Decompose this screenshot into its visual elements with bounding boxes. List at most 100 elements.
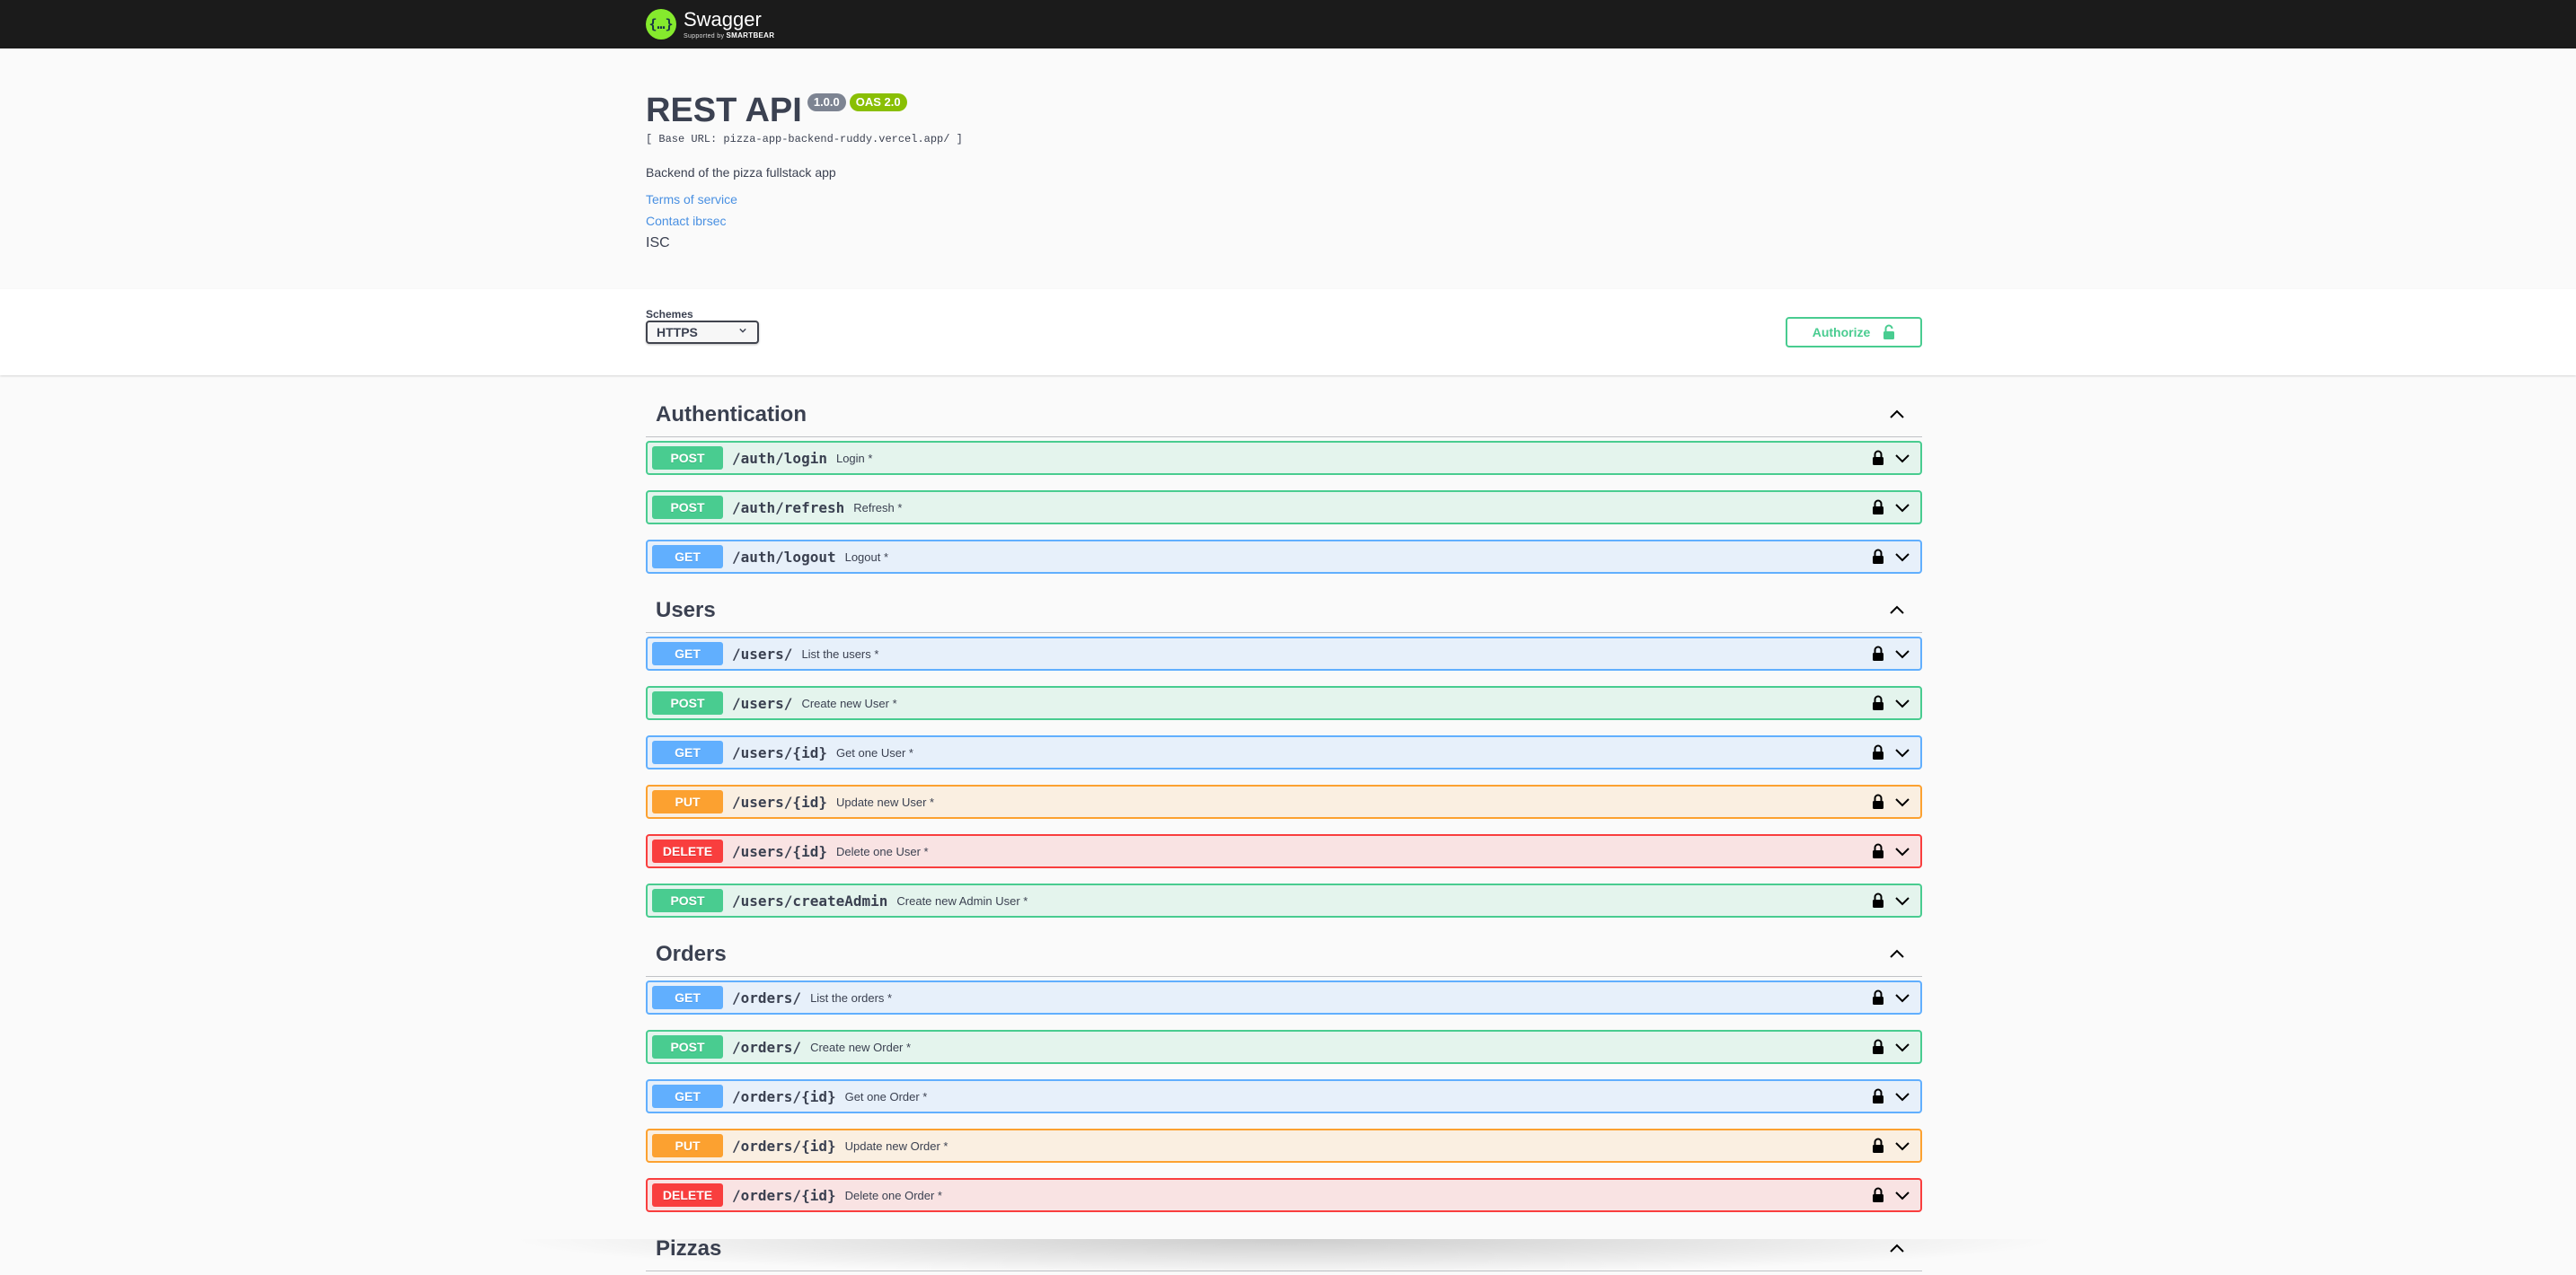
unlocked-icon bbox=[1883, 324, 1895, 339]
title-row: REST API 1.0.0 OAS 2.0 bbox=[646, 90, 1921, 131]
endpoint-path: /orders/ bbox=[732, 1038, 802, 1056]
chevron-down-icon[interactable] bbox=[1893, 449, 1911, 467]
operation-delete[interactable]: DELETE/users/{id} Delete one User * bbox=[646, 834, 1922, 868]
tag-section-users[interactable]: Users bbox=[646, 589, 1922, 633]
operation-put[interactable]: PUT/users/{id} Update new User * bbox=[646, 785, 1922, 819]
chevron-down-icon[interactable] bbox=[1893, 793, 1911, 811]
lock-icon[interactable] bbox=[1872, 695, 1884, 711]
method-badge: GET bbox=[652, 1085, 723, 1108]
lock-icon[interactable] bbox=[1872, 646, 1884, 662]
chevron-down-icon bbox=[739, 328, 746, 333]
endpoint-summary: Get one User * bbox=[835, 745, 913, 760]
lock-icon[interactable] bbox=[1872, 1138, 1884, 1154]
authorize-button[interactable]: Authorize bbox=[1786, 317, 1922, 347]
operation-get[interactable]: GET/auth/logout Logout * bbox=[646, 540, 1922, 574]
operation-delete[interactable]: DELETE/orders/{id} Delete one Order * bbox=[646, 1178, 1922, 1212]
bottom-shadow bbox=[503, 1239, 2066, 1275]
endpoint-path: /users/{id} bbox=[732, 842, 827, 860]
schemes-select[interactable]: HTTPS bbox=[646, 321, 759, 344]
method-badge: GET bbox=[652, 986, 723, 1009]
tag-section-orders[interactable]: Orders bbox=[646, 933, 1922, 977]
lock-icon[interactable] bbox=[1872, 1187, 1884, 1203]
operation-get[interactable]: GET/orders/List the orders * bbox=[646, 980, 1922, 1015]
chevron-down-icon[interactable] bbox=[1893, 892, 1911, 910]
supported-by: Supported by SMARTBEAR bbox=[684, 31, 774, 40]
operation-controls bbox=[1872, 694, 1911, 712]
operation-post[interactable]: POST/users/Create new User * bbox=[646, 686, 1922, 720]
method-badge: POST bbox=[652, 691, 723, 715]
chevron-down-icon[interactable] bbox=[1893, 548, 1911, 566]
endpoint-summary: Get one Order * bbox=[844, 1089, 928, 1104]
lock-icon[interactable] bbox=[1872, 744, 1884, 761]
swagger-logo[interactable]: {…} Swagger Supported by SMARTBEAR bbox=[646, 4, 774, 44]
chevron-up-icon[interactable] bbox=[1888, 602, 1906, 620]
lock-icon[interactable] bbox=[1872, 1088, 1884, 1104]
operations-list: Authentication POST/auth/login Login * POST… bbox=[646, 393, 1922, 1275]
lock-icon[interactable] bbox=[1872, 794, 1884, 810]
operation-controls bbox=[1872, 1038, 1911, 1056]
chevron-down-icon[interactable] bbox=[1893, 989, 1911, 1007]
operation-get[interactable]: GET/orders/{id} Get one Order * bbox=[646, 1079, 1922, 1113]
operation-controls bbox=[1872, 793, 1911, 811]
chevron-up-icon[interactable] bbox=[1888, 945, 1906, 963]
lock-icon[interactable] bbox=[1872, 843, 1884, 859]
method-badge: GET bbox=[652, 741, 723, 764]
operation-controls bbox=[1872, 645, 1911, 663]
chevron-down-icon[interactable] bbox=[1893, 1087, 1911, 1105]
lock-icon[interactable] bbox=[1872, 892, 1884, 909]
endpoint-summary: Delete one Order * bbox=[844, 1188, 942, 1202]
tag-title: Authentication bbox=[656, 402, 807, 426]
lock-icon[interactable] bbox=[1872, 989, 1884, 1006]
lock-icon[interactable] bbox=[1872, 450, 1884, 466]
operation-controls bbox=[1872, 548, 1911, 566]
endpoint-path: /users/ bbox=[732, 645, 793, 663]
method-badge: POST bbox=[652, 446, 723, 470]
lock-icon[interactable] bbox=[1872, 499, 1884, 515]
method-badge: DELETE bbox=[652, 1183, 723, 1207]
chevron-up-icon[interactable] bbox=[1888, 406, 1906, 424]
chevron-down-icon[interactable] bbox=[1893, 1137, 1911, 1155]
operation-post[interactable]: POST/users/createAdmin Create new Admin U… bbox=[646, 884, 1922, 918]
endpoint-summary: Update new Order * bbox=[844, 1139, 948, 1153]
operation-put[interactable]: PUT/orders/{id} Update new Order * bbox=[646, 1129, 1922, 1163]
swagger-logo-icon: {…} bbox=[646, 9, 676, 40]
endpoint-path: /orders/{id} bbox=[732, 1186, 836, 1204]
operation-controls bbox=[1872, 892, 1911, 910]
lock-icon[interactable] bbox=[1872, 1039, 1884, 1055]
operation-get[interactable]: GET/users/List the users * bbox=[646, 637, 1922, 671]
method-badge: DELETE bbox=[652, 840, 723, 863]
supported-by-text: Supported by bbox=[684, 32, 725, 40]
chevron-down-icon[interactable] bbox=[1893, 1186, 1911, 1204]
endpoint-summary: List the orders * bbox=[810, 990, 893, 1005]
operation-get[interactable]: GET/users/{id} Get one User * bbox=[646, 735, 1922, 769]
chevron-down-icon[interactable] bbox=[1893, 498, 1911, 516]
operation-controls bbox=[1872, 743, 1911, 761]
logo-text: Swagger Supported by SMARTBEAR bbox=[684, 9, 774, 40]
operation-post[interactable]: POST/auth/refresh Refresh * bbox=[646, 490, 1922, 524]
chevron-down-icon[interactable] bbox=[1893, 842, 1911, 860]
operation-post[interactable]: POST/orders/Create new Order * bbox=[646, 1030, 1922, 1064]
authorize-label: Authorize bbox=[1812, 325, 1871, 339]
contact-link[interactable]: Contact ibrsec bbox=[646, 214, 1921, 228]
chevron-down-icon[interactable] bbox=[1893, 645, 1911, 663]
method-badge: PUT bbox=[652, 1134, 723, 1157]
endpoint-path: /users/ bbox=[732, 694, 793, 712]
api-info: REST API 1.0.0 OAS 2.0 [ Base URL: pizza… bbox=[646, 90, 1921, 251]
terms-of-service-link[interactable]: Terms of service bbox=[646, 192, 1921, 207]
endpoint-summary: Logout * bbox=[844, 550, 889, 564]
operation-controls bbox=[1872, 989, 1911, 1007]
method-badge: PUT bbox=[652, 790, 723, 813]
endpoint-summary: Update new User * bbox=[835, 795, 935, 809]
tag-section-authentication[interactable]: Authentication bbox=[646, 393, 1922, 437]
chevron-down-icon[interactable] bbox=[1893, 1038, 1911, 1056]
page-title: REST API bbox=[646, 92, 802, 129]
endpoint-summary: Create new Admin User * bbox=[896, 893, 1028, 908]
endpoint-path: /auth/refresh bbox=[732, 498, 845, 516]
license: ISC bbox=[646, 235, 670, 251]
chevron-down-icon[interactable] bbox=[1893, 694, 1911, 712]
lock-icon[interactable] bbox=[1872, 549, 1884, 565]
operation-post[interactable]: POST/auth/login Login * bbox=[646, 441, 1922, 475]
chevron-down-icon[interactable] bbox=[1893, 743, 1911, 761]
tag-title: Orders bbox=[656, 942, 727, 966]
method-badge: POST bbox=[652, 889, 723, 912]
